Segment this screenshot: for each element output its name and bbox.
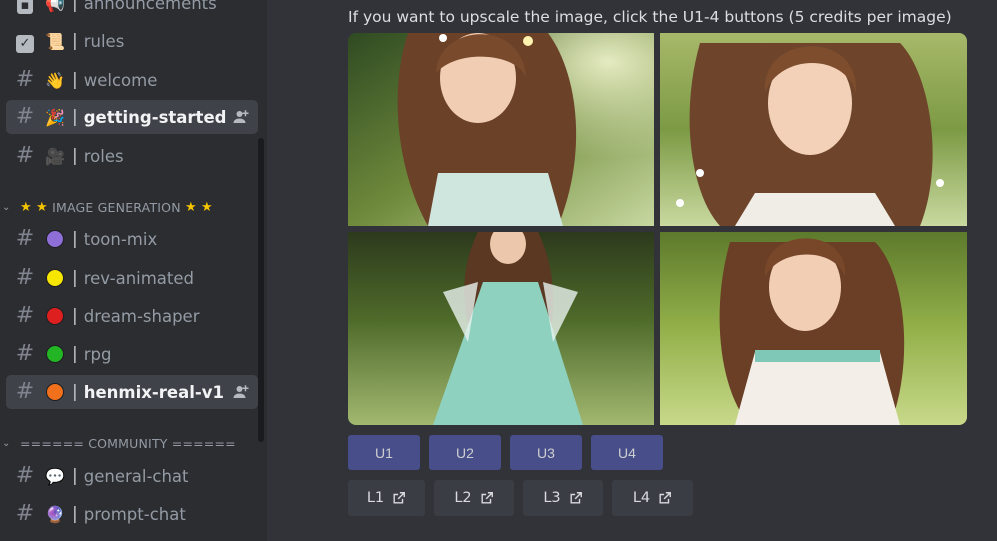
text-channel-icon: ▪ — [6, 0, 44, 20]
channel-name: dream-shaper — [83, 306, 200, 326]
category-community[interactable]: ⌄ ====== COMMUNITY ====== — [0, 433, 236, 453]
channel-announcements[interactable]: ▪ 📢 | announcements — [6, 0, 258, 20]
category-image-generation[interactable]: ⌄ ★ ★ IMAGE GENERATION ★ ★ — [0, 197, 213, 217]
hash-icon: # — [15, 226, 35, 251]
film-projector-icon: 🎥 — [45, 146, 65, 166]
category-label: IMAGE GENERATION — [52, 199, 181, 215]
hash-icon: # — [15, 143, 35, 168]
green-circle-icon — [44, 343, 66, 365]
external-link-icon — [659, 492, 672, 504]
channel-toon-mix[interactable]: # | toon-mix — [6, 222, 258, 256]
rules-channel-icon: ✓ — [6, 24, 44, 58]
hash-icon: # — [15, 463, 35, 488]
generated-image-2[interactable] — [660, 33, 967, 226]
yellow-circle-icon — [44, 267, 66, 289]
channel-rules[interactable]: ✓ 📜 | rules — [6, 24, 258, 58]
add-member-icon[interactable] — [232, 383, 250, 401]
channel-name: rules — [83, 31, 125, 51]
channel-name: rev-animated — [83, 268, 195, 288]
add-member-icon[interactable] — [232, 108, 250, 126]
channel-name: henmix-real-v1 — [83, 382, 224, 402]
hash-icon: # — [15, 341, 35, 366]
chevron-down-icon: ⌄ — [2, 437, 11, 449]
star-icon: ★ — [201, 199, 213, 215]
hash-icon: # — [15, 104, 35, 129]
red-circle-icon — [44, 305, 66, 327]
channel-roles[interactable]: # 🎥 | roles — [6, 139, 258, 173]
hash-icon: # — [15, 303, 35, 328]
channel-prompt-chat[interactable]: # 🔮 | prompt-chat — [6, 497, 258, 531]
link-2-button[interactable]: L2 — [434, 480, 514, 516]
upscale-3-button[interactable]: U3 — [510, 435, 582, 470]
channel-name: rpg — [83, 344, 112, 364]
star-icon: ★ — [36, 199, 48, 215]
channel-name: roles — [83, 146, 124, 166]
generated-image-1[interactable] — [348, 33, 654, 226]
sidebar-scrollbar[interactable] — [258, 138, 264, 442]
channel-name: general-chat — [83, 466, 189, 486]
channel-getting-started[interactable]: # 🎉 | getting-started — [6, 100, 258, 134]
external-link-icon — [481, 492, 493, 504]
channel-name: welcome — [83, 70, 158, 90]
channel-sidebar: ▪ 📢 | announcements ✓ 📜 | rules # 👋 | we… — [0, 0, 267, 541]
message-area: If you want to upscale the image, click … — [267, 0, 997, 541]
hash-icon: # — [15, 67, 35, 92]
speech-bubble-icon: 💬 — [45, 466, 65, 486]
megaphone-icon: 📢 — [45, 0, 65, 13]
waving-hand-icon: 👋 — [45, 70, 65, 90]
generated-image-4[interactable] — [660, 232, 967, 425]
hash-icon: # — [15, 265, 35, 290]
chevron-down-icon: ⌄ — [2, 201, 11, 213]
purple-circle-icon — [44, 228, 66, 250]
star-icon: ★ — [20, 199, 32, 215]
channel-name: getting-started — [83, 107, 227, 127]
hash-icon: # — [15, 379, 35, 404]
channel-name: toon-mix — [83, 229, 158, 249]
upscale-2-button[interactable]: U2 — [429, 435, 501, 470]
channel-rev-animated[interactable]: # | rev-animated — [6, 261, 258, 295]
channel-welcome[interactable]: # 👋 | welcome — [6, 63, 258, 97]
external-link-icon — [570, 492, 582, 504]
link-label: L3 — [543, 490, 561, 506]
generated-image-3[interactable] — [348, 232, 654, 425]
hash-icon: # — [15, 501, 35, 526]
channel-dream-shaper[interactable]: # | dream-shaper — [6, 299, 258, 333]
crystal-ball-icon: 🔮 — [45, 504, 65, 524]
party-popper-icon: 🎉 — [45, 107, 65, 127]
upscale-4-button[interactable]: U4 — [591, 435, 663, 470]
channel-name: announcements — [83, 0, 217, 13]
link-4-button[interactable]: L4 — [612, 480, 693, 516]
external-link-icon — [393, 492, 406, 504]
star-icon: ★ — [184, 199, 197, 215]
scroll-icon: 📜 — [45, 31, 65, 51]
channel-name: prompt-chat — [83, 504, 186, 524]
link-label: L1 — [366, 490, 385, 506]
link-label: L4 — [632, 490, 651, 506]
link-3-button[interactable]: L3 — [523, 480, 603, 516]
upscale-1-button[interactable]: U1 — [348, 435, 420, 470]
orange-circle-icon — [44, 381, 66, 403]
bot-instruction-text: If you want to upscale the image, click … — [348, 8, 952, 26]
channel-rpg[interactable]: # | rpg — [6, 337, 258, 371]
channel-henmix-real-v1[interactable]: # | henmix-real-v1 — [6, 375, 258, 409]
category-label: ====== COMMUNITY ====== — [20, 435, 236, 451]
channel-general-chat[interactable]: # 💬 | general-chat — [6, 459, 258, 493]
link-1-button[interactable]: L1 — [348, 480, 425, 516]
link-label: L2 — [454, 490, 472, 506]
